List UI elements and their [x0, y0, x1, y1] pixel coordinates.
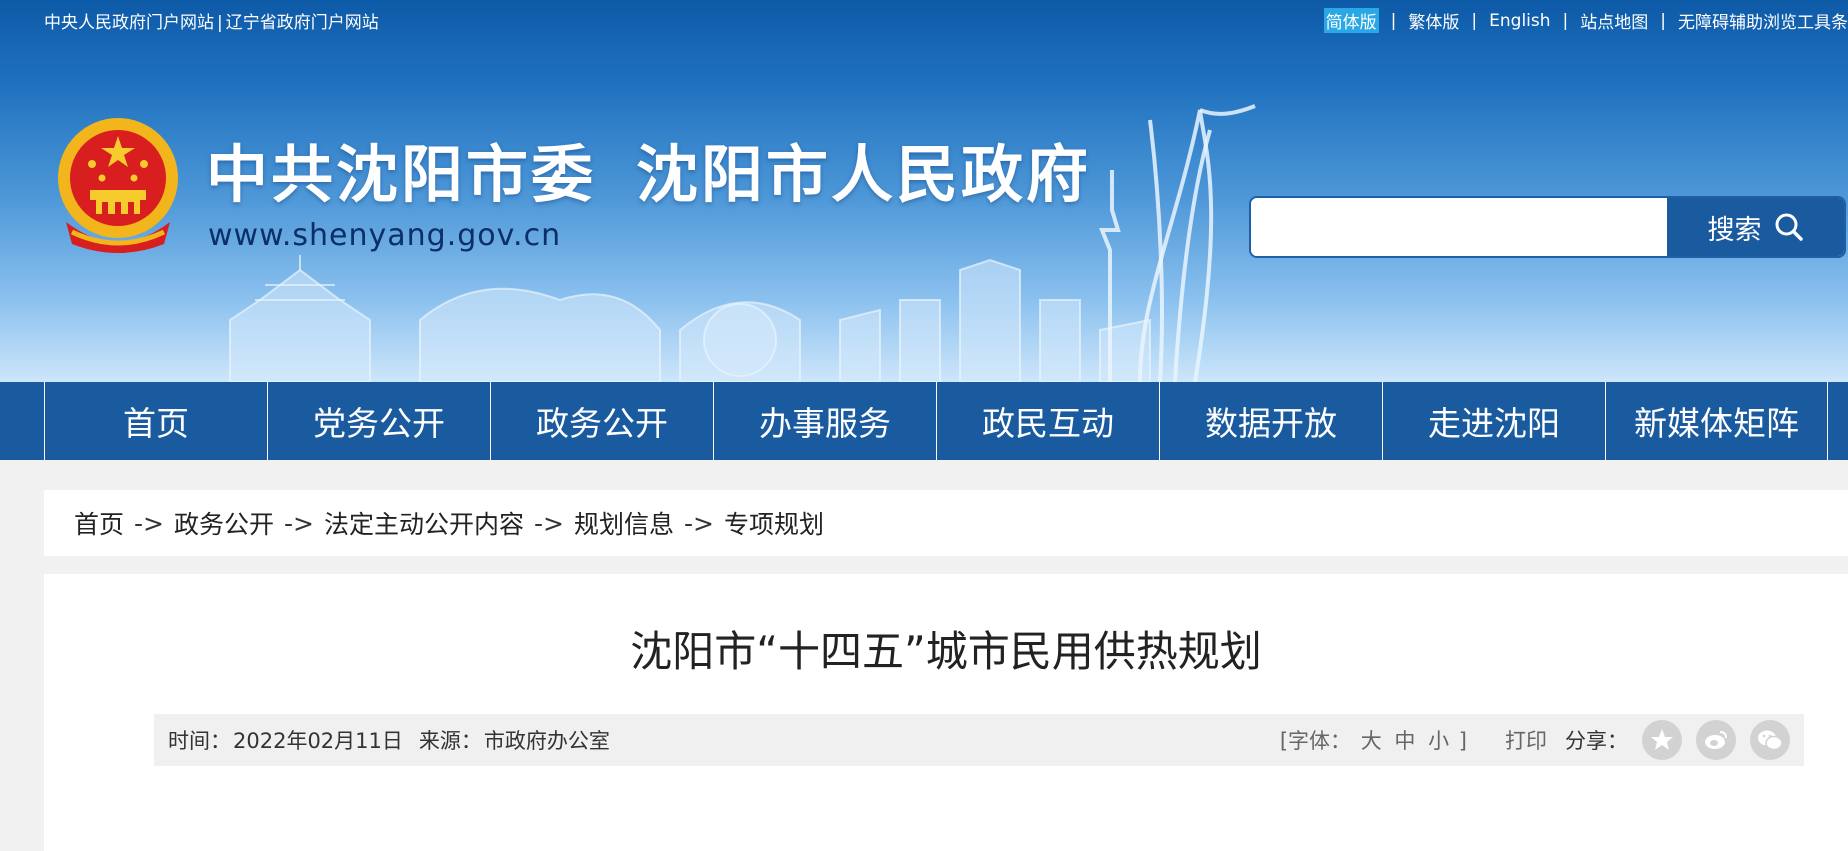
site-title-government: 沈阳市人民政府 — [636, 138, 1092, 211]
search-button[interactable]: 搜索 — [1667, 198, 1844, 256]
article-meta-left: 时间： 2022年02月11日 来源： 市政府办公室 — [168, 714, 610, 766]
font-size-prefix: [字体： — [1279, 729, 1352, 753]
top-link-separator: | — [1390, 10, 1397, 31]
time-label: 时间： — [168, 729, 231, 753]
nav-item-government-affairs[interactable]: 政务公开 — [490, 382, 713, 460]
top-link-separator: | — [1660, 10, 1666, 31]
wechat-icon[interactable] — [1750, 720, 1790, 760]
main-nav: 首页 党务公开 政务公开 办事服务 政民互动 数据开放 走进沈阳 新媒体矩阵 — [0, 382, 1848, 460]
nav-item-new-media[interactable]: 新媒体矩阵 — [1605, 382, 1828, 460]
article-meta-bar: 时间： 2022年02月11日 来源： 市政府办公室 [字体： 大 中 小 ] … — [154, 714, 1804, 766]
sitemap-link[interactable]: 站点地图 — [1580, 8, 1648, 33]
top-link-central-gov[interactable]: 中央人民政府门户网站 — [44, 13, 214, 33]
breadcrumb: 首页 -> 政务公开 -> 法定主动公开内容 -> 规划信息 -> 专项规划 — [44, 490, 1848, 556]
national-emblem-icon — [58, 118, 178, 253]
lang-english-link[interactable]: English — [1489, 11, 1550, 31]
breadcrumb-separator: -> — [284, 508, 314, 538]
share-label: 分享： — [1565, 729, 1628, 753]
font-size-medium[interactable]: 中 — [1394, 729, 1415, 753]
search-button-label: 搜索 — [1707, 214, 1762, 246]
breadcrumb-separator: -> — [533, 508, 564, 538]
breadcrumb-planning-info[interactable]: 规划信息 — [574, 505, 674, 541]
font-size-small[interactable]: 小 — [1428, 729, 1449, 753]
site-title: 中共沈阳市委 沈阳市人民政府 — [206, 124, 1091, 214]
search-box: 搜索 — [1249, 196, 1846, 258]
search-icon — [1775, 213, 1803, 241]
site-url: www.shenyang.gov.cn — [208, 218, 562, 253]
nav-item-services[interactable]: 办事服务 — [713, 382, 936, 460]
lang-traditional-link[interactable]: 繁体版 — [1408, 8, 1459, 33]
site-title-party: 中共沈阳市委 — [206, 138, 597, 211]
search-input[interactable] — [1251, 198, 1669, 256]
qzone-star-icon[interactable] — [1642, 720, 1682, 760]
nav-item-open-data[interactable]: 数据开放 — [1159, 382, 1382, 460]
article-title: 沈阳市“十四五”城市民用供热规划 — [630, 627, 1262, 676]
article-meta-right: [字体： 大 中 小 ] 打印 分享： — [1280, 714, 1790, 766]
article-source: 市政府办公室 — [483, 729, 610, 753]
nav-item-party-affairs[interactable]: 党务公开 — [267, 382, 490, 460]
print-button[interactable]: 打印 — [1505, 725, 1547, 755]
breadcrumb-special-planning[interactable]: 专项规划 — [724, 505, 824, 541]
font-size-switcher: [字体： 大 中 小 ] — [1280, 725, 1467, 755]
lang-simplified-link[interactable]: 简体版 — [1323, 8, 1379, 33]
font-size-suffix: ] — [1458, 729, 1467, 753]
source-label: 来源： — [418, 729, 482, 753]
top-link-separator: | — [217, 13, 223, 33]
top-links-right: 简体版 | 繁体版 | English | 站点地图 | 无障碍辅助浏览工具条 — [1323, 8, 1848, 33]
breadcrumb-statutory-disclosure[interactable]: 法定主动公开内容 — [324, 505, 524, 541]
top-links-left: 中央人民政府门户网站 | 辽宁省政府门户网站 — [44, 8, 379, 33]
nav-item-interaction[interactable]: 政民互动 — [936, 382, 1159, 460]
top-link-liaoning-gov[interactable]: 辽宁省政府门户网站 — [226, 13, 379, 33]
article-panel: 沈阳市“十四五”城市民用供热规划 时间： 2022年02月11日 来源： 市政府… — [44, 574, 1848, 851]
publish-date: 2022年02月11日 — [233, 729, 403, 753]
nav-item-about-shenyang[interactable]: 走进沈阳 — [1382, 382, 1605, 460]
breadcrumb-separator: -> — [683, 508, 714, 538]
accessibility-toolbar-link[interactable]: 无障碍辅助浏览工具条 — [1678, 8, 1848, 33]
top-link-separator: | — [1471, 10, 1478, 31]
breadcrumb-separator: -> — [134, 508, 164, 538]
breadcrumb-government-affairs[interactable]: 政务公开 — [174, 505, 274, 541]
top-link-separator: | — [1562, 10, 1569, 31]
site-header: 中央人民政府门户网站 | 辽宁省政府门户网站 简体版 | 繁体版 | English… — [0, 0, 1848, 382]
breadcrumb-home[interactable]: 首页 — [74, 505, 124, 541]
font-size-large[interactable]: 大 — [1361, 729, 1382, 753]
nav-item-home[interactable]: 首页 — [44, 382, 267, 460]
weibo-icon[interactable] — [1696, 720, 1736, 760]
